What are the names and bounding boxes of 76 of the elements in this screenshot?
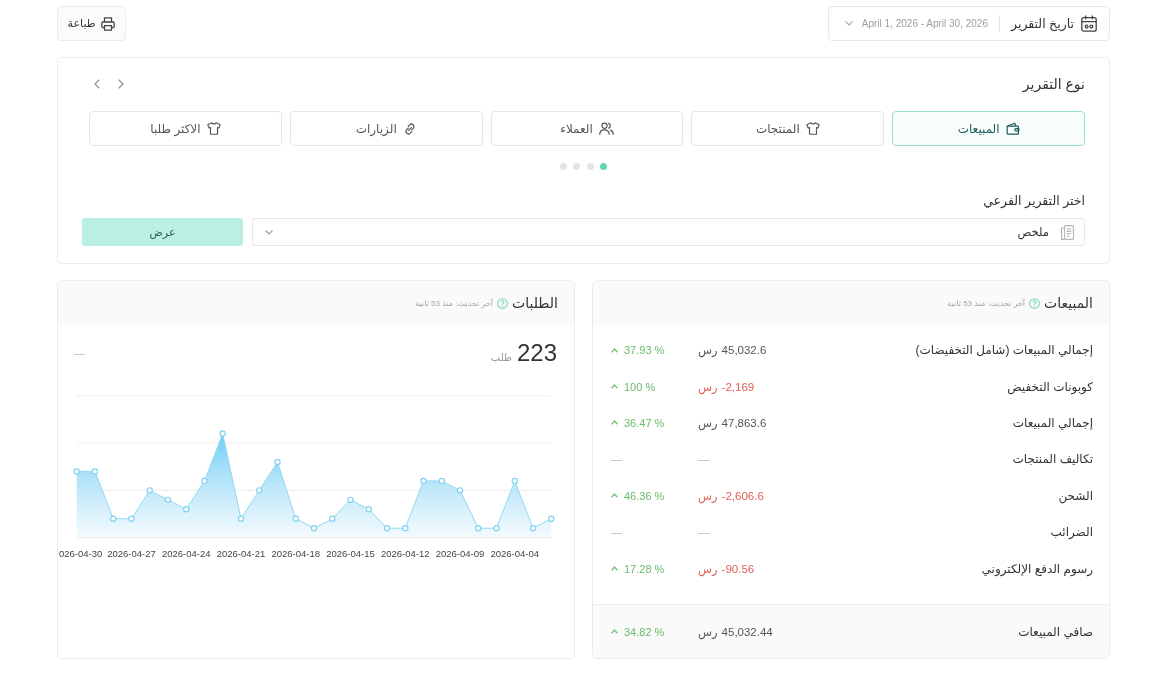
print-button[interactable]: طباعة bbox=[57, 6, 126, 41]
report-tab[interactable]: الاكثر طلبا bbox=[89, 111, 282, 146]
metric-value: -2,606.6 bbox=[721, 489, 764, 502]
metric-label: الشحن bbox=[1057, 488, 1093, 503]
printer-icon bbox=[101, 16, 116, 31]
change-percent: — bbox=[611, 526, 622, 539]
card-title: الطلبات bbox=[512, 295, 558, 311]
card-title: المبيعات bbox=[1044, 295, 1093, 311]
pager-dot[interactable] bbox=[586, 163, 594, 170]
chevron-right-icon bbox=[118, 79, 124, 89]
report-tab[interactable]: المنتجات bbox=[691, 111, 885, 146]
change-percent: — bbox=[611, 453, 622, 466]
update-time: آخر تحديث: منذ 53 ثانية bbox=[947, 298, 1026, 308]
axis-label: 2026-04-27 bbox=[107, 547, 156, 559]
currency-label: رس bbox=[698, 343, 718, 358]
show-button[interactable]: عرض bbox=[82, 218, 243, 246]
axis-label: 2026-04-12 bbox=[380, 547, 430, 559]
metric-value: -90.56 bbox=[721, 562, 755, 575]
pager-dot[interactable] bbox=[559, 163, 567, 170]
metric-value: 47,863.6 bbox=[721, 416, 767, 429]
metric-value: 45,032.44 bbox=[721, 625, 773, 638]
metric-label: كوبونات التخفيض bbox=[1006, 379, 1093, 394]
axis-label: 2026-04-09 bbox=[435, 547, 485, 559]
metric-value: — bbox=[698, 453, 710, 466]
shirt-icon bbox=[805, 122, 820, 135]
change-percent: 46.36 % bbox=[624, 489, 665, 502]
axis-label: 2026-04-24 bbox=[161, 547, 211, 559]
section-title: نوع التقرير bbox=[1022, 76, 1085, 92]
report-tab[interactable]: الزيارات bbox=[289, 111, 483, 146]
metric-value: 45,032.6 bbox=[721, 344, 767, 357]
calendar-icon bbox=[1081, 15, 1097, 32]
metric-label: إجمالي المبيعات bbox=[1011, 415, 1093, 430]
document-icon bbox=[1061, 224, 1074, 240]
axis-label: 2026-04-21 bbox=[216, 547, 266, 559]
currency-label: رس bbox=[698, 624, 718, 639]
report-tab[interactable]: المبيعات bbox=[892, 111, 1085, 146]
link-icon bbox=[402, 121, 417, 136]
axis-label: 2026-04-15 bbox=[326, 547, 375, 559]
axis-label: 2026-04-18 bbox=[271, 547, 321, 559]
metric-value: — bbox=[698, 526, 710, 539]
order-count: 223 bbox=[516, 338, 557, 368]
update-time: آخر تحديث: منذ 53 ثانية bbox=[415, 298, 494, 308]
currency-label: رس bbox=[698, 488, 718, 503]
subreport-select[interactable]: ملخص bbox=[252, 218, 1085, 246]
currency-label: رس bbox=[698, 415, 718, 430]
shirt-icon bbox=[206, 122, 221, 135]
metric-label: رسوم الدفع الإلكتروني bbox=[980, 561, 1093, 576]
chevron-down-icon bbox=[265, 229, 273, 235]
change-percent: 36.47 % bbox=[624, 416, 665, 429]
metric-label: تكاليف المنتجات bbox=[1011, 452, 1093, 467]
section-label: اختر التقرير الفرعي bbox=[982, 193, 1085, 210]
pager-dot[interactable] bbox=[600, 163, 608, 170]
axis-label: 026-04-30 bbox=[59, 547, 103, 559]
report-tab[interactable]: العملاء bbox=[490, 111, 684, 146]
change-percent: 17.28 % bbox=[624, 562, 665, 575]
field-label: تاريخ التقرير bbox=[1011, 16, 1074, 31]
currency-label: رس bbox=[698, 561, 718, 576]
date-range-value: April 1, 2026 - April 30, 2026 bbox=[861, 18, 988, 29]
change-percent: 37.93 % bbox=[624, 344, 665, 357]
count-unit: طلب bbox=[490, 352, 512, 363]
axis-label: 2026-04-04 bbox=[490, 547, 540, 559]
metric-label: إجمالي المبيعات (شامل التخفيضات) bbox=[914, 343, 1093, 358]
pager-dot[interactable] bbox=[573, 163, 581, 170]
change-percent: 34.82 % bbox=[624, 625, 665, 638]
help-icon bbox=[497, 297, 509, 309]
currency-label: رس bbox=[698, 379, 718, 394]
chevron-down-icon bbox=[845, 21, 853, 26]
change-percent: 100 % bbox=[624, 380, 656, 393]
metric-value: -2,169 bbox=[721, 380, 755, 393]
help-icon bbox=[1029, 297, 1041, 309]
metric-label: الضرائب bbox=[1049, 525, 1093, 540]
change-value: — bbox=[74, 347, 85, 359]
wallet-icon bbox=[1005, 122, 1020, 135]
chevron-left-icon bbox=[94, 79, 100, 89]
people-icon bbox=[598, 122, 614, 135]
metric-label: صافي المبيعات bbox=[1017, 624, 1093, 639]
